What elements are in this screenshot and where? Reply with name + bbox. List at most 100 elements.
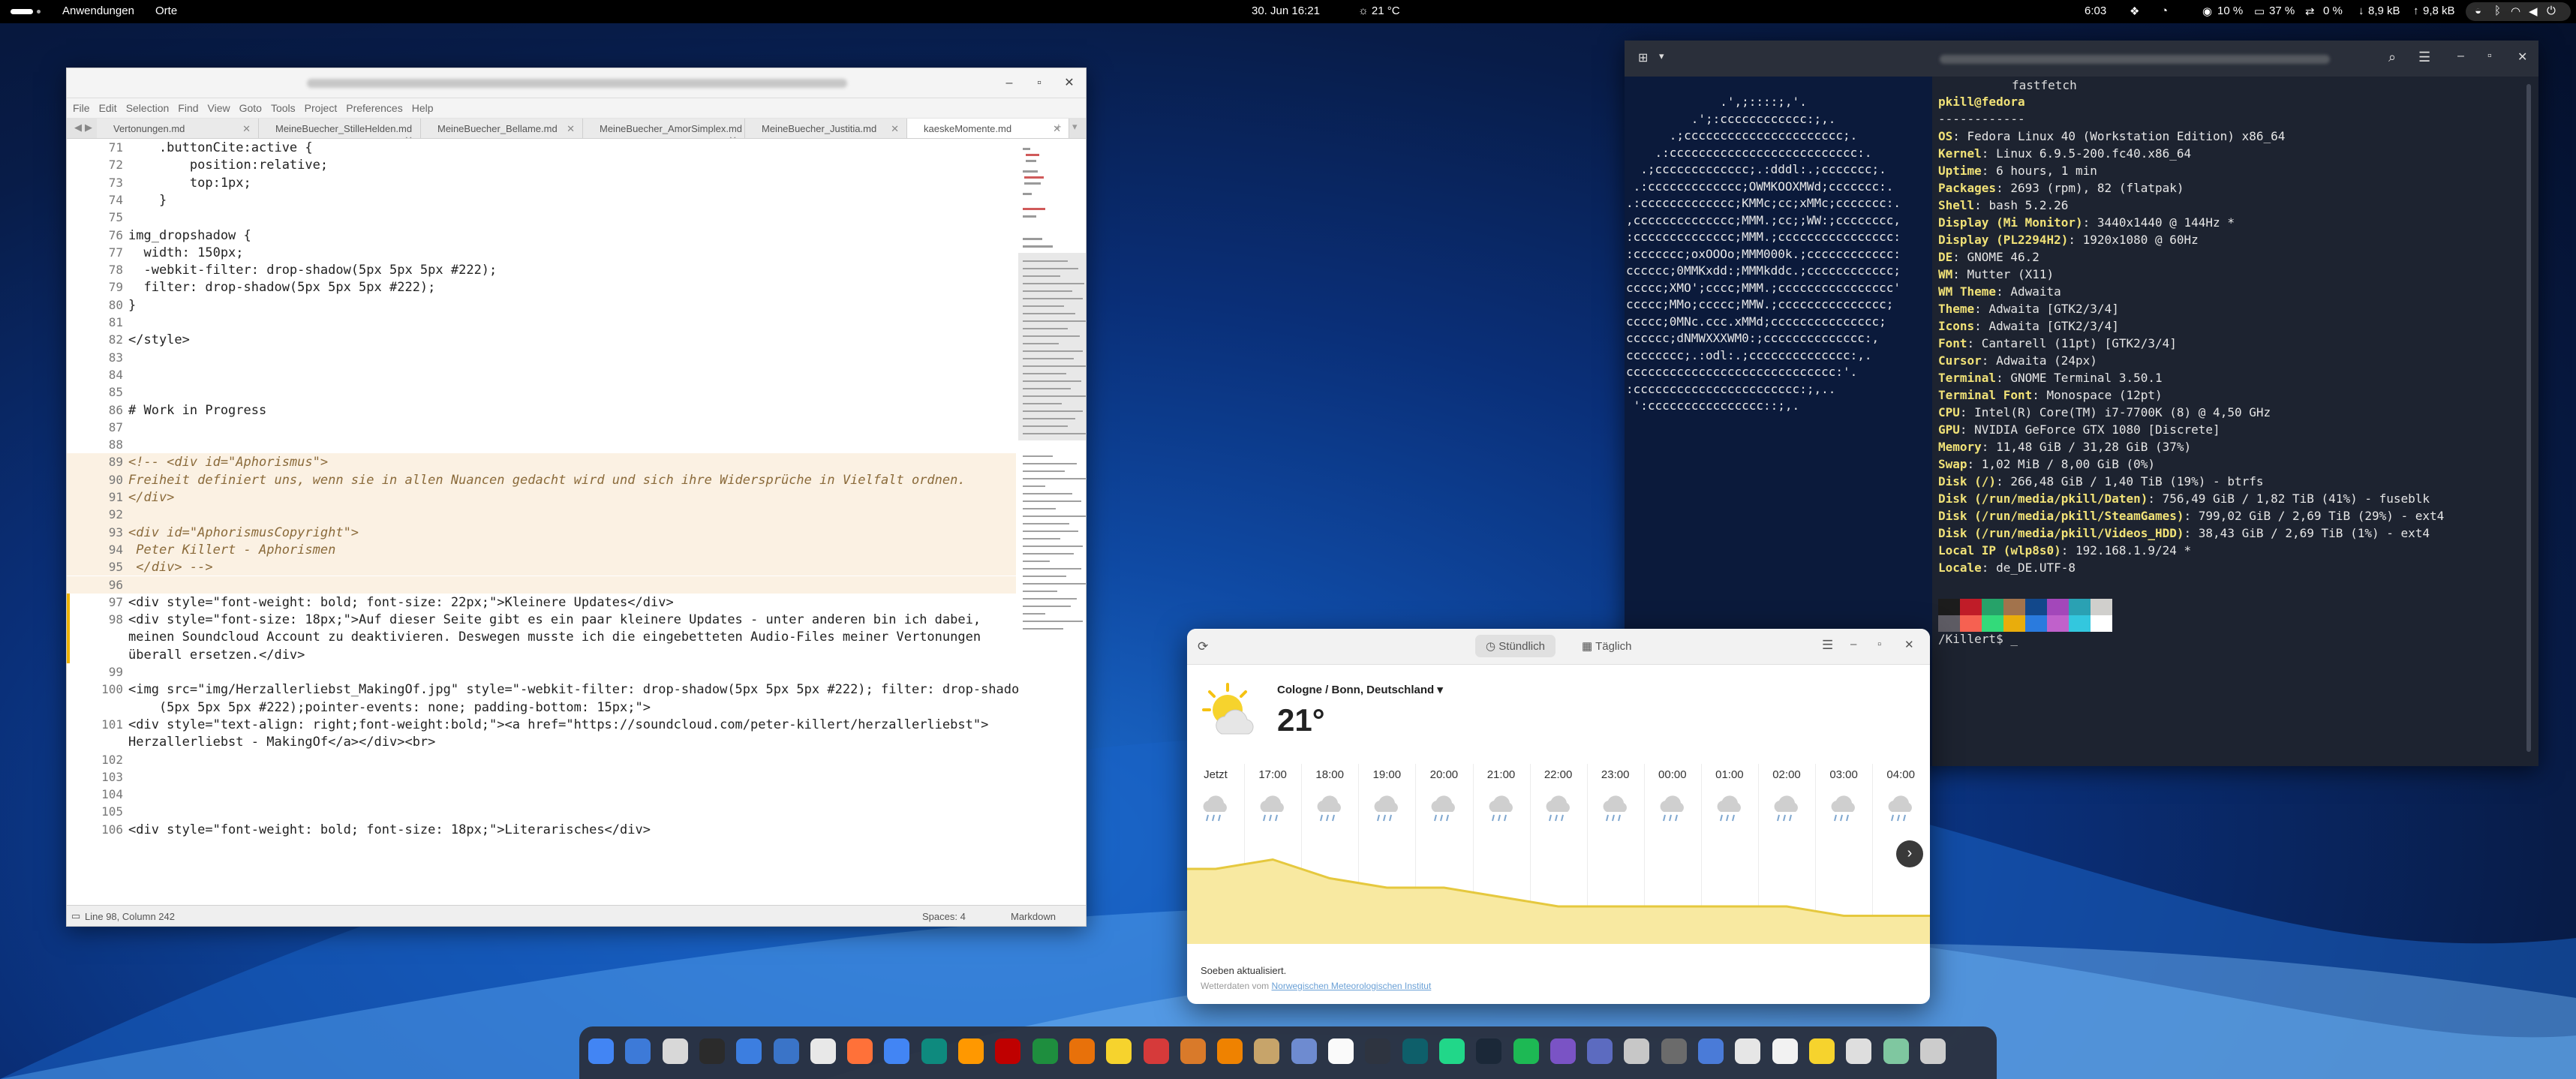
maximize-button[interactable]: ▫ — [1030, 74, 1048, 92]
spotify-icon[interactable] — [1513, 1038, 1539, 1064]
panel-toggle-icon[interactable]: ▭ — [71, 910, 80, 922]
tab-list-icon[interactable]: ▾ — [1072, 121, 1078, 133]
close-tab-icon[interactable]: ✕ — [891, 123, 899, 135]
menu-item[interactable]: Preferences — [346, 102, 402, 114]
maximize-button[interactable]: ▫ — [1877, 638, 1881, 651]
chrome2-icon[interactable] — [884, 1038, 910, 1064]
filezilla-icon[interactable] — [995, 1038, 1021, 1064]
close-tab-icon[interactable]: ✕ — [404, 134, 413, 138]
syntax-setting[interactable]: Markdown — [1011, 911, 1056, 922]
affinity-icon[interactable] — [1143, 1038, 1169, 1064]
obsidian-icon[interactable] — [1550, 1038, 1576, 1064]
pycharm-icon[interactable] — [1438, 1038, 1465, 1064]
search-icon[interactable]: ⌕ — [2388, 50, 2396, 65]
document2-icon[interactable] — [1846, 1038, 1872, 1064]
new-tab-icon[interactable]: + — [1056, 121, 1062, 132]
close-tab-icon[interactable]: ✕ — [242, 123, 251, 135]
editor-tab[interactable]: kaeskeMomente.md ✕ — [907, 119, 1069, 138]
sheets-icon[interactable] — [1032, 1038, 1058, 1064]
grid-icon[interactable] — [1919, 1038, 1946, 1064]
code-editor[interactable]: 71 .buttonCite:active {72 position:relat… — [67, 139, 1026, 893]
terminal-icon[interactable] — [699, 1038, 725, 1064]
editor-tab[interactable]: MeineBuecher_Bellame.md ✕ — [421, 119, 583, 138]
tab-scroll-right-icon[interactable]: ▶ — [85, 122, 92, 134]
terminal-titlebar[interactable]: ⊞ ▾ ⌕ ☰ – ▫ ✕ — [1625, 41, 2538, 77]
tab-hourly[interactable]: ◷ Stündlich — [1475, 635, 1556, 657]
new-tab-icon[interactable]: ⊞ — [1638, 50, 1648, 65]
chrome-icon[interactable] — [588, 1038, 614, 1064]
store-icon[interactable] — [1587, 1038, 1613, 1064]
calculator-icon[interactable] — [1365, 1038, 1391, 1064]
close-tab-icon[interactable]: ✕ — [567, 123, 575, 135]
refresh-icon[interactable]: ⟳ — [1198, 639, 1208, 654]
minimize-button[interactable]: – — [1000, 74, 1018, 92]
sublime-editor-window[interactable]: – ▫ ✕ File Edit Selection Find View Goto Tools… — [66, 68, 1087, 927]
tab-daily[interactable]: ▦ Täglich — [1571, 635, 1642, 657]
minimize-button[interactable]: – — [2457, 50, 2464, 63]
texteditor-icon[interactable] — [1735, 1038, 1761, 1064]
menu-item[interactable]: Tools — [271, 102, 296, 114]
trash-icon[interactable] — [1883, 1038, 1909, 1064]
weather-headerbar[interactable]: ⟳ ◷ Stündlich ▦ Täglich ☰ – ▫ ✕ — [1187, 629, 1930, 665]
maximize-button[interactable]: ▫ — [2487, 50, 2492, 63]
mapmaker-icon[interactable] — [1328, 1038, 1354, 1064]
image-icon[interactable] — [1254, 1038, 1280, 1064]
close-button[interactable]: ✕ — [1904, 638, 1914, 651]
settings-icon[interactable] — [1661, 1038, 1687, 1064]
weather-window[interactable]: ⟳ ◷ Stündlich ▦ Täglich ☰ – ▫ ✕ Cologne … — [1187, 629, 1930, 1004]
minimize-button[interactable]: – — [1850, 638, 1856, 651]
menu-item[interactable]: File — [73, 102, 90, 114]
close-button[interactable]: ✕ — [2517, 50, 2527, 65]
terminal-scrollbar[interactable] — [2526, 84, 2531, 752]
vscode-icon[interactable] — [773, 1038, 799, 1064]
editor-tab[interactable]: Vertonungen.md ✕ — [97, 119, 259, 138]
system-menu[interactable]: ◒ ᛒ ◠ ◀ ⏻ — [2466, 2, 2571, 21]
location-selector[interactable]: Cologne / Bonn, Deutschland ▾ — [1277, 683, 1443, 696]
editor-tab[interactable]: MeineBuecher_AmorSimplex.md✕ — [583, 119, 745, 138]
extension-icon[interactable]: ❖ — [2130, 5, 2139, 18]
next-page-button[interactable]: › — [1896, 840, 1923, 867]
menu-item[interactable]: Edit — [99, 102, 117, 114]
menu-item[interactable]: Find — [178, 102, 198, 114]
tab-scroll-left-icon[interactable]: ◀ — [74, 122, 82, 134]
activities-indicator[interactable] — [11, 9, 33, 14]
source-link[interactable]: Norwegischen Meteorologischen Institut — [1272, 981, 1432, 991]
minimap[interactable] — [1018, 140, 1087, 893]
book-icon[interactable] — [1402, 1038, 1428, 1064]
weather-icon[interactable] — [1808, 1038, 1835, 1064]
hamburger-menu-icon[interactable]: ☰ — [2418, 50, 2430, 65]
editor-tab[interactable]: MeineBuecher_StilleHelden.md✕ — [259, 119, 421, 138]
vlc-icon[interactable] — [1217, 1038, 1243, 1064]
clock[interactable]: 30. Jun 16:21 — [1252, 5, 1320, 17]
applications-menu[interactable]: Anwendungen — [62, 5, 134, 17]
menu-item[interactable]: Goto — [239, 102, 262, 114]
steam-like-icon[interactable] — [810, 1038, 836, 1064]
files-icon[interactable] — [736, 1038, 762, 1064]
extensions-icon[interactable] — [1698, 1038, 1724, 1064]
firefox-icon[interactable] — [847, 1038, 873, 1064]
workspace-dot[interactable] — [37, 10, 41, 14]
indentation-setting[interactable]: Spaces: 4 — [922, 911, 966, 922]
editor-tab[interactable]: MeineBuecher_Justitia.md ✕ — [745, 119, 907, 138]
menu-item[interactable]: Selection — [126, 102, 170, 114]
menu-item[interactable]: Help — [412, 102, 434, 114]
close-tab-icon[interactable]: ✕ — [729, 134, 737, 138]
close-button[interactable]: ✕ — [1060, 74, 1078, 92]
sublime-icon[interactable] — [958, 1038, 984, 1064]
steam-icon[interactable] — [1476, 1038, 1502, 1064]
document-icon[interactable] — [1772, 1038, 1798, 1064]
calendar-icon[interactable] — [662, 1038, 688, 1064]
pdf-icon[interactable] — [1624, 1038, 1650, 1064]
paint-icon[interactable] — [1291, 1038, 1317, 1064]
slides-icon[interactable] — [1069, 1038, 1095, 1064]
tab-menu-icon[interactable]: ▾ — [1659, 50, 1664, 62]
notes-icon[interactable] — [1106, 1038, 1132, 1064]
blender-icon[interactable] — [1180, 1038, 1206, 1064]
weather-indicator[interactable]: ☼ 21 °C — [1358, 5, 1400, 17]
places-menu[interactable]: Orte — [155, 5, 177, 17]
menu-item[interactable]: View — [208, 102, 230, 114]
sync-icon[interactable]: ◔ — [2161, 5, 2168, 17]
edge-icon[interactable] — [921, 1038, 947, 1064]
hamburger-menu-icon[interactable]: ☰ — [1822, 638, 1833, 653]
mail-icon[interactable] — [625, 1038, 651, 1064]
